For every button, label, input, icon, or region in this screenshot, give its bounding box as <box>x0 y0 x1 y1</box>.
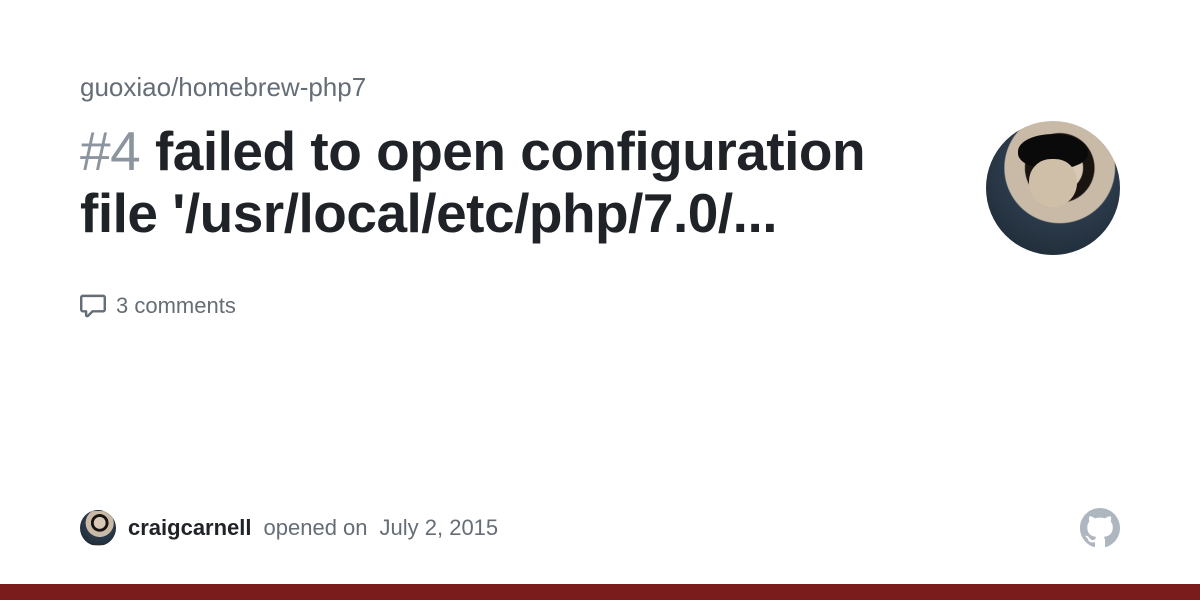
issue-number: #4 <box>80 120 140 182</box>
title-block: #4 failed to open configuration file '/u… <box>80 121 956 244</box>
footer: craigcarnell opened on July 2, 2015 <box>80 508 1120 548</box>
comment-icon <box>80 293 106 319</box>
github-logo-icon[interactable] <box>1080 508 1120 548</box>
comments-count: 3 comments <box>116 293 236 319</box>
bottom-accent-bar <box>0 584 1200 600</box>
author-username[interactable]: craigcarnell <box>128 515 252 541</box>
opened-date: July 2, 2015 <box>380 515 499 541</box>
repo-path[interactable]: guoxiao/homebrew-php7 <box>80 72 1120 103</box>
author-avatar-small[interactable] <box>80 510 116 546</box>
author-meta: craigcarnell opened on July 2, 2015 <box>80 510 498 546</box>
opened-label: opened on <box>264 515 368 541</box>
title-row: #4 failed to open configuration file '/u… <box>80 121 1120 255</box>
author-avatar-large[interactable] <box>986 121 1120 255</box>
comments-row[interactable]: 3 comments <box>80 293 1120 319</box>
issue-title-text: failed to open configuration file '/usr/… <box>80 120 865 244</box>
issue-title[interactable]: #4 failed to open configuration file '/u… <box>80 121 956 244</box>
issue-card: guoxiao/homebrew-php7 #4 failed to open … <box>0 0 1200 600</box>
